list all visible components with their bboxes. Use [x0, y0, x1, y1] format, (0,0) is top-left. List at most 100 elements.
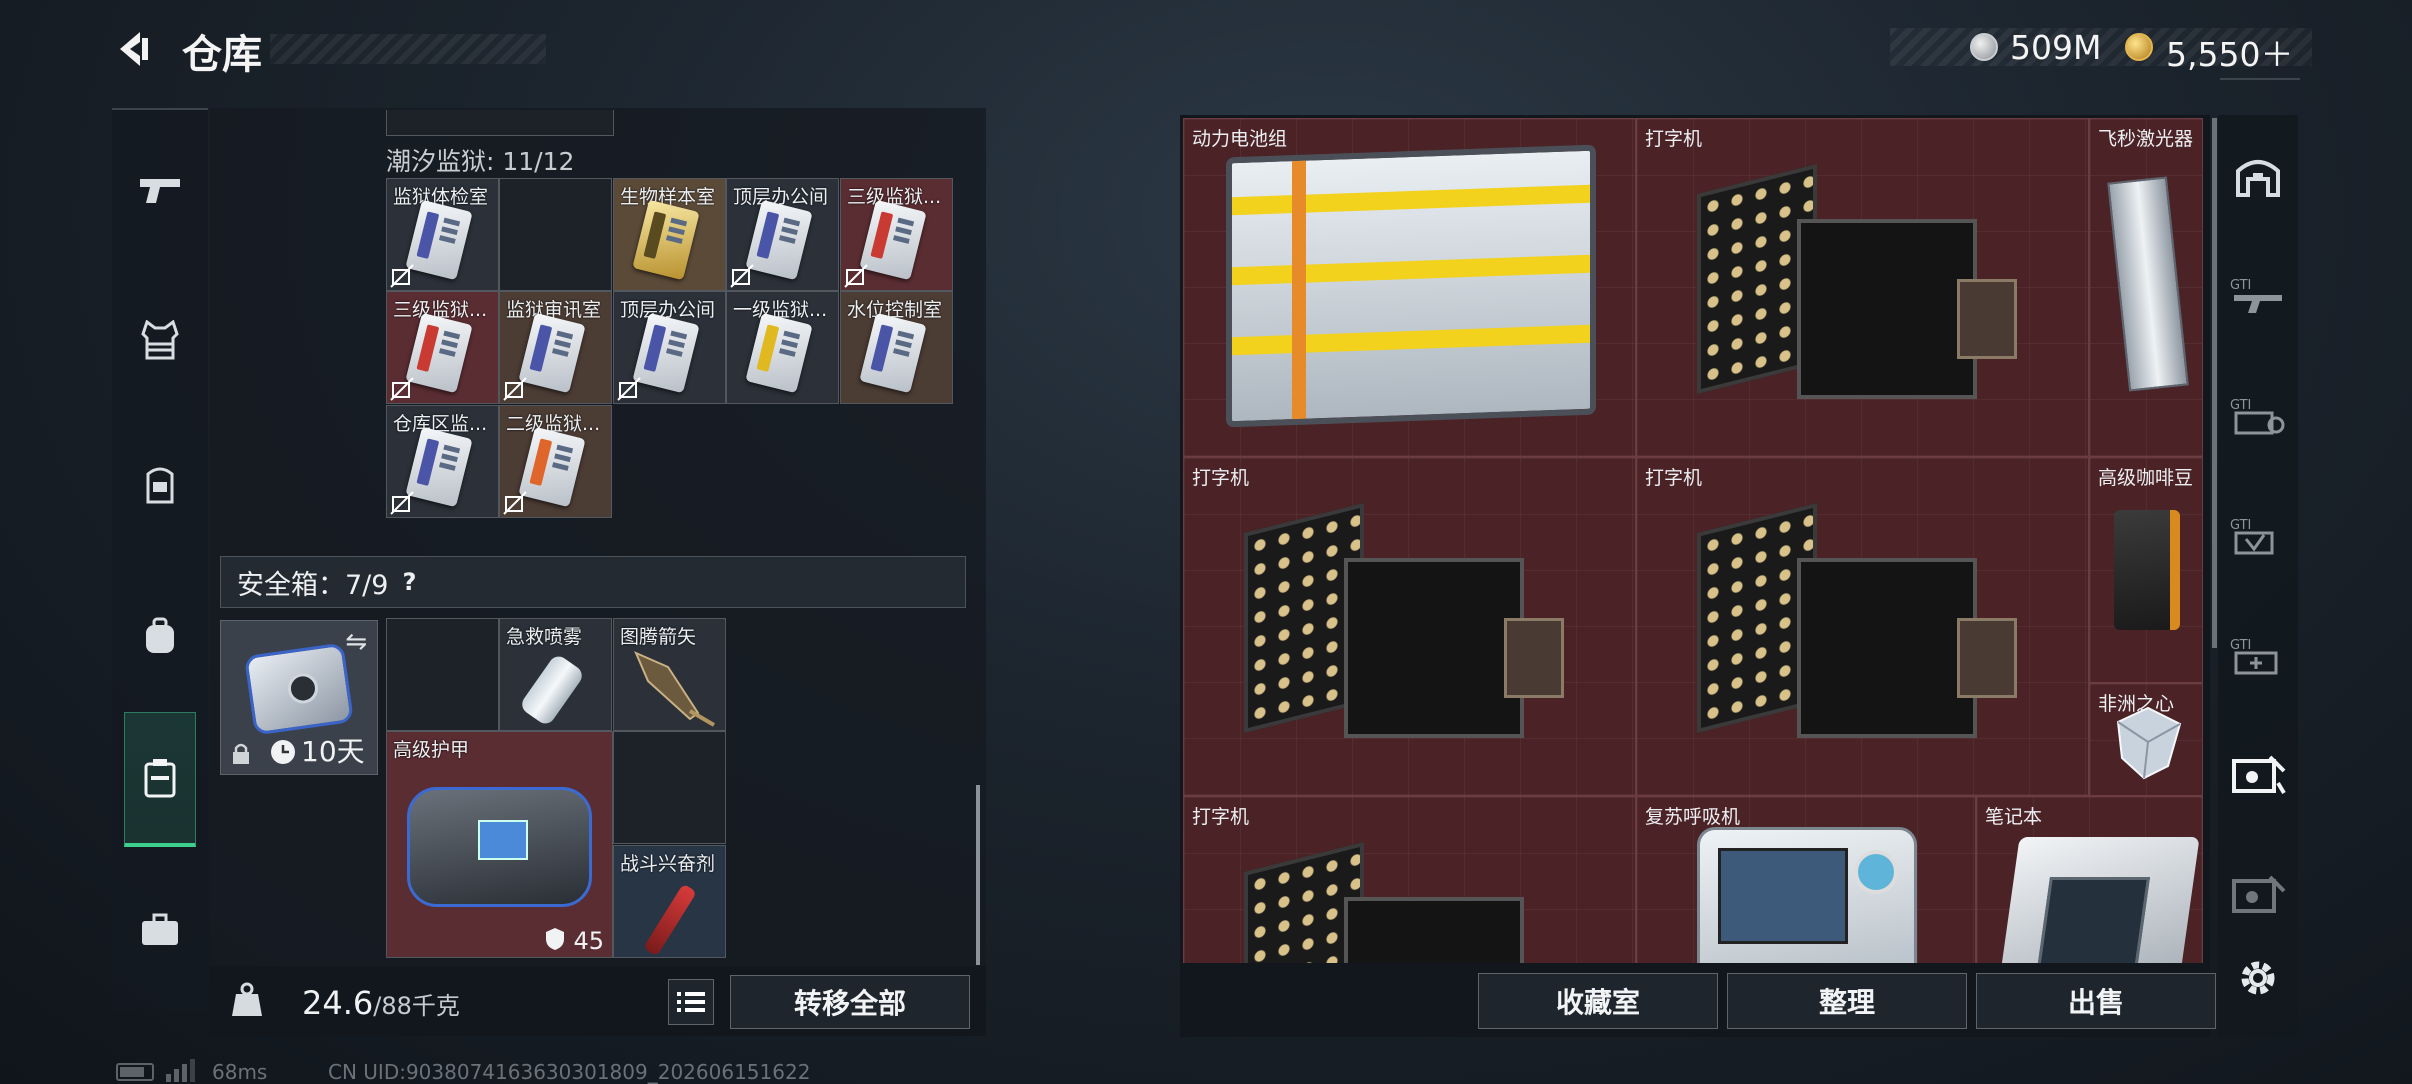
empty-slot[interactable]	[386, 618, 499, 731]
header-divider	[2220, 78, 2300, 80]
keycard-slot[interactable]: 一级监狱...	[726, 291, 839, 404]
storage-arch-icon	[2236, 160, 2280, 197]
safebox-case-icon	[243, 642, 355, 736]
keycard-slot[interactable]: 二级监狱...	[499, 405, 612, 518]
keycard-icon	[405, 426, 473, 508]
nav-weapons[interactable]	[112, 150, 208, 230]
nav-case-active[interactable]	[124, 712, 196, 847]
item-slot-laptop[interactable]: 笔记本	[1976, 796, 2203, 963]
toolbox-icon	[142, 913, 178, 945]
filter-gti-4[interactable]: GTI	[2218, 620, 2298, 690]
keycard-slot[interactable]: 水位控制室	[840, 291, 953, 404]
filter-collectibles-2[interactable]	[2218, 860, 2298, 930]
item-slot-stim[interactable]: 战斗兴奋剂	[613, 845, 726, 958]
filter-collectibles-active[interactable]	[2218, 740, 2298, 810]
filter-all[interactable]	[2218, 140, 2298, 210]
svg-text:GTI: GTI	[2230, 518, 2251, 533]
ventilator-icon	[1697, 827, 1917, 963]
sell-button[interactable]: 出售	[1976, 973, 2216, 1029]
nav-toolbox[interactable]	[112, 890, 208, 970]
item-label: 高级护甲	[393, 739, 470, 761]
keycard-slot[interactable]: 三级监狱...	[840, 178, 953, 291]
item-slot-typewriter[interactable]: 打字机	[1183, 457, 1636, 796]
item-slot-spray[interactable]: 急救喷雾	[499, 618, 612, 731]
svg-text:GTI: GTI	[2230, 278, 2251, 293]
safebox-title: 安全箱：7/9	[237, 569, 389, 601]
typewriter-icon	[1244, 837, 1574, 963]
filter-gti-3[interactable]: GTI	[2218, 500, 2298, 570]
case-icon	[144, 759, 176, 798]
keycard-slot[interactable]: 三级监狱...	[386, 291, 499, 404]
nav-armor[interactable]	[112, 300, 208, 380]
empty-slot[interactable]	[613, 731, 726, 844]
filter-gti-2[interactable]: GTI	[2218, 380, 2298, 450]
item-label: 高级咖啡豆	[2098, 467, 2194, 489]
item-slot-battery[interactable]: 动力电池组	[1183, 118, 1636, 457]
prev-row-stub	[386, 110, 614, 136]
silver-coin-icon	[1970, 33, 1998, 61]
stash-scrollbar[interactable]	[2212, 118, 2217, 648]
shield-icon	[546, 928, 564, 950]
help-icon[interactable]: ?	[402, 568, 416, 596]
lock-icon	[233, 743, 249, 764]
keycard-icon	[859, 199, 927, 281]
laser-device-icon	[2107, 176, 2189, 392]
prison-keycard-grid: 监狱体检室 生物样本室 顶层办公间 三级监狱... 三级监狱... 监狱审讯室 …	[386, 178, 954, 518]
filter-gti-1[interactable]: GTI	[2218, 260, 2298, 330]
no-backup-icon	[844, 264, 868, 288]
battery-pack-icon	[1226, 144, 1596, 428]
gti-box-icon: GTI	[2230, 398, 2285, 435]
settings-button[interactable]	[2230, 950, 2286, 1006]
item-slot-typewriter[interactable]: 打字机	[1183, 796, 1636, 963]
keycard-slot[interactable]: 监狱体检室	[386, 178, 499, 291]
keycard-icon	[632, 312, 700, 394]
battery-icon	[116, 1063, 154, 1081]
item-slot-arrow[interactable]: 图腾箭矢	[613, 618, 726, 731]
list-view-button[interactable]	[668, 979, 714, 1025]
gti-gun-icon: GTI	[2230, 278, 2282, 313]
item-slot-laser[interactable]: 飞秒激光器	[2089, 118, 2203, 457]
organize-button[interactable]: 整理	[1727, 973, 1967, 1029]
backpack-icon	[146, 617, 174, 653]
keycard-slot[interactable]: 生物样本室	[613, 178, 726, 291]
item-slot-typewriter[interactable]: 打字机	[1636, 118, 2089, 457]
scrollbar[interactable]	[976, 785, 980, 965]
item-slot-armor[interactable]: 高级护甲 45	[386, 731, 613, 958]
back-button[interactable]	[110, 24, 160, 74]
pistol-icon	[140, 179, 180, 203]
item-slot-ventilator[interactable]: 复苏呼吸机	[1636, 796, 1976, 963]
keycard-slot[interactable]: 监狱审讯室	[499, 291, 612, 404]
typewriter-icon	[1697, 159, 2027, 429]
syringe-icon	[643, 883, 697, 957]
keycard-slot[interactable]: 顶层办公间	[613, 291, 726, 404]
item-label: 笔记本	[1985, 806, 2043, 828]
collectible-box-outline-icon	[2232, 875, 2286, 913]
gold-currency[interactable]: 5,550＋	[2166, 28, 2293, 76]
swap-icon[interactable]: ⇋	[345, 627, 367, 657]
stash-grid: 动力电池组 打字机 飞秒激光器 打字机 打字机 高级咖啡豆 非洲之心 打字机 复…	[1183, 118, 2203, 963]
item-label: 打字机	[1192, 806, 1250, 828]
laptop-icon	[1994, 837, 2200, 963]
no-backup-icon	[390, 264, 414, 288]
gti-medkit-icon: GTI	[2230, 638, 2278, 675]
item-slot-coffee[interactable]: 高级咖啡豆	[2089, 457, 2203, 683]
transfer-all-button[interactable]: 转移全部	[730, 975, 970, 1029]
safebox-slot[interactable]: ⇋ 10天	[220, 620, 378, 775]
empty-slot[interactable]	[499, 178, 612, 291]
armor-bag-icon	[407, 787, 592, 907]
nav-helmet[interactable]	[112, 445, 208, 525]
back-arrow-icon	[120, 32, 148, 66]
typewriter-icon	[1244, 498, 1574, 768]
armor-vest-icon	[141, 320, 179, 360]
diamond-icon	[2116, 706, 2182, 780]
keycard-slot[interactable]: 仓库区监...	[386, 405, 499, 518]
item-label: 飞秒激光器	[2098, 128, 2194, 150]
keycard-icon	[518, 312, 586, 394]
keycard-slot[interactable]: 顶层办公间	[726, 178, 839, 291]
item-label: 打字机	[1645, 467, 1703, 489]
item-slot-diamond[interactable]: 非洲之心	[2089, 683, 2203, 796]
gold-coin-icon[interactable]	[2125, 33, 2153, 61]
item-slot-typewriter[interactable]: 打字机	[1636, 457, 2089, 796]
nav-backpack[interactable]	[112, 595, 208, 675]
collection-room-button[interactable]: 收藏室	[1478, 973, 1718, 1029]
